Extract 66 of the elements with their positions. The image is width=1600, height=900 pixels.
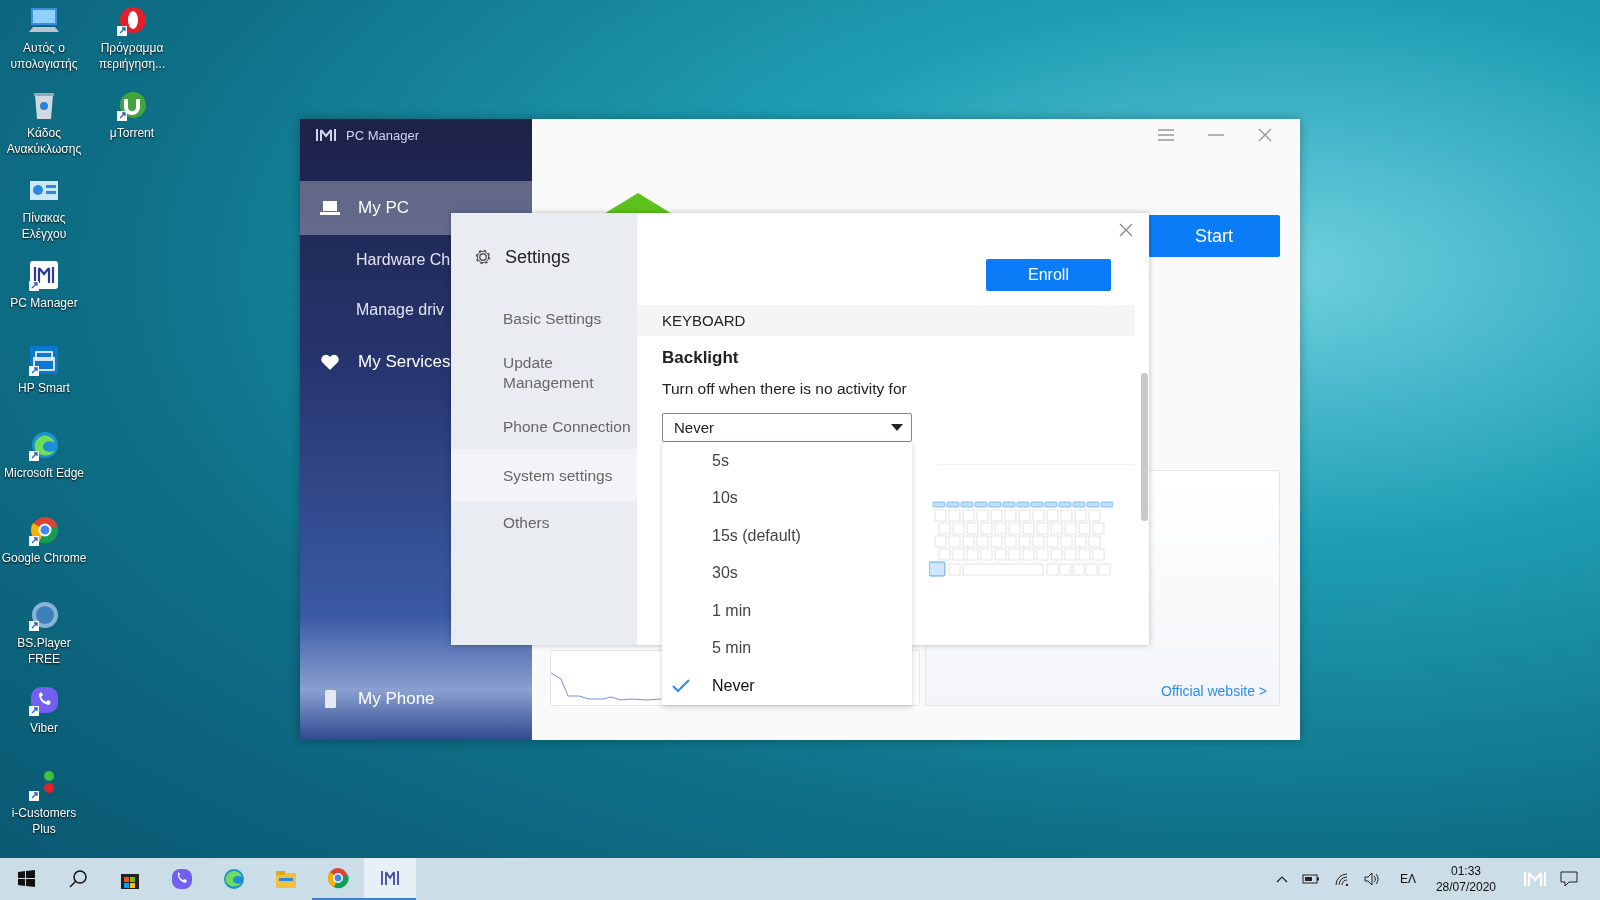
dropdown-option[interactable]: 30s [662, 554, 912, 592]
logo-icon [316, 128, 336, 142]
shortcut-label[interactable]: Κάδος Ανακύκλωσης [1, 125, 87, 157]
battery-icon[interactable] [1301, 874, 1320, 884]
phone-app-icon[interactable] [27, 684, 61, 718]
heart-icon [320, 353, 340, 371]
scrollbar[interactable] [1141, 373, 1148, 521]
settings-nav-item[interactable]: System settings [451, 449, 637, 501]
settings-nav-item[interactable]: Others [451, 501, 637, 545]
settings-nav-item[interactable]: Basic Settings [451, 297, 637, 341]
app-icon[interactable] [115, 89, 149, 123]
phone-app-icon [171, 868, 193, 890]
dropdown-caret-icon [891, 424, 903, 431]
folder-icon [275, 868, 297, 890]
taskbar-button[interactable] [364, 858, 416, 900]
timeout-dropdown[interactable]: Never [662, 413, 912, 442]
browser-icon [223, 868, 245, 890]
dropdown-option[interactable]: 5 min [662, 629, 912, 667]
shortcut-label[interactable]: BS.Player FREE [1, 635, 87, 667]
shortcut-label[interactable]: Microsoft Edge [1, 465, 87, 481]
close-icon[interactable] [1258, 128, 1272, 142]
dropdown-option[interactable]: 1 min [662, 592, 912, 630]
language-indicator[interactable]: ΕΛ [1393, 872, 1422, 886]
setting-description: Turn off when there is no activity for [661, 379, 908, 398]
shortcut-label[interactable]: Αυτός ο υπολογιστής [1, 40, 87, 72]
start-button[interactable]: Start [1148, 215, 1280, 257]
shortcut-label[interactable]: Google Chrome [1, 550, 87, 566]
dropdown-option[interactable]: 10s [662, 479, 912, 517]
shortcut-label[interactable]: HP Smart [1, 380, 87, 396]
gear-icon [473, 247, 493, 267]
section-header: KEYBOARD [662, 312, 746, 329]
close-icon[interactable] [1119, 223, 1133, 237]
media-player-icon[interactable] [27, 599, 61, 633]
shortcut-label[interactable]: Πρόγραμμα περιήγηση... [89, 40, 175, 72]
shortcut-label[interactable]: μTorrent [89, 125, 175, 141]
shortcut-label[interactable]: Viber [1, 720, 87, 736]
settings-nav-item[interactable]: Update Management [451, 341, 637, 405]
nav-label: My Services [358, 352, 451, 372]
dropdown-option[interactable]: 5s [662, 442, 912, 480]
settings-title: Settings [505, 246, 571, 268]
laptop-icon [320, 199, 340, 217]
shortcut-label[interactable]: i-Customers Plus [1, 805, 87, 837]
enroll-button[interactable]: Enroll [986, 259, 1111, 291]
settings-nav-item[interactable]: Phone Connection [451, 405, 637, 449]
app-title: PC Manager [346, 127, 419, 143]
wifi-icon[interactable] [1333, 872, 1350, 886]
logo-icon[interactable] [27, 259, 61, 293]
clock[interactable]: 01:33 28/07/2020 [1435, 863, 1496, 895]
start-icon[interactable] [15, 868, 37, 890]
browser-icon[interactable] [115, 4, 149, 38]
printer-icon[interactable] [27, 344, 61, 378]
browser-icon [327, 867, 349, 889]
chevron-up-icon[interactable] [1275, 875, 1288, 883]
browser-icon[interactable] [27, 429, 61, 463]
notification-icon[interactable] [1560, 871, 1578, 887]
browser-icon[interactable] [27, 514, 61, 548]
official-website-link[interactable]: Official website > [1161, 683, 1267, 699]
shortcut-label[interactable]: PC Manager [1, 295, 87, 311]
dropdown-option[interactable]: 15s (default) [662, 517, 912, 555]
shortcut-label[interactable]: Πίνακας Ελέγχου [1, 210, 87, 242]
setting-title: Backlight [661, 347, 740, 368]
nav-label: My PC [358, 198, 409, 218]
volume-icon[interactable] [1363, 872, 1380, 886]
nav-label: My Phone [358, 689, 435, 709]
dropdown-option[interactable]: Never [662, 667, 912, 705]
search-icon [67, 868, 89, 890]
